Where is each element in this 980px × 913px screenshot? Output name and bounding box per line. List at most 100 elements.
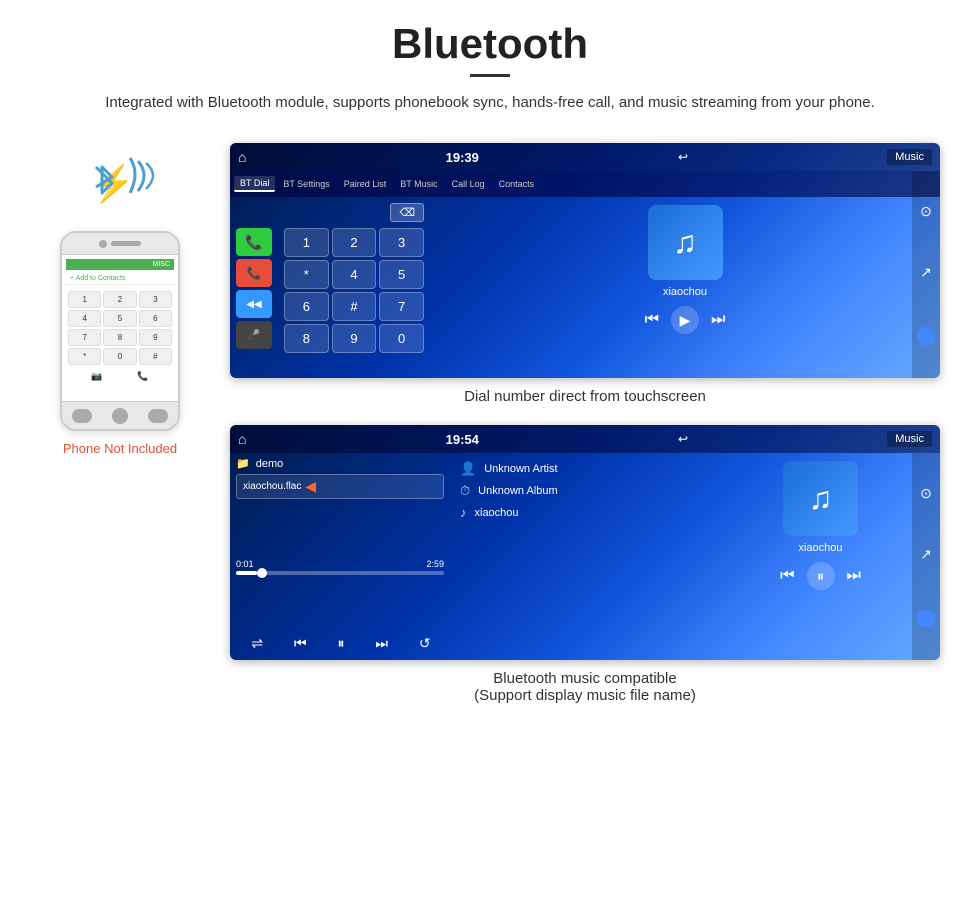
progress-fill [236,571,257,575]
num-key-7[interactable]: 7 [379,292,424,321]
phone-bottom-bar [62,401,178,429]
num-key-9[interactable]: 9 [332,324,377,353]
page-container: Bluetooth Integrated with Bluetooth modu… [0,0,980,774]
time-end: 2:59 [426,559,444,569]
phone-add-contact: + Add to Contacts [66,273,174,285]
backspace-row: ⌫ [236,203,424,222]
next-track-icon[interactable]: ⏭ [375,635,388,652]
progress-bar[interactable] [236,571,444,575]
music-album-art-2: ♫ [783,461,858,536]
dialpad-area: 📞 📞 ◀◀ 🎤 1 2 3 * [236,228,424,353]
num-key-6[interactable]: 6 [284,292,329,321]
home-icon-2: ⌂ [238,431,246,447]
playback-icons: ⇌ ⏮ ⏸ ⏭ ↺ [236,635,446,652]
cs-time-1: 19:39 [446,150,479,165]
back-icon: ↩ [678,150,688,164]
phone-camera [99,240,107,248]
meta-track-row: ♪ xiaochou [460,505,691,520]
pause-icon[interactable]: ⏸ [337,635,344,652]
cs-time-2: 19:54 [446,432,479,447]
backspace-btn[interactable]: ⌫ [390,203,424,222]
tab-paired-list[interactable]: Paired List [338,177,393,191]
phone-key[interactable]: 2 [103,291,136,308]
num-key-2[interactable]: 2 [332,228,377,257]
num-key-0[interactable]: 0 [379,324,424,353]
prev-btn[interactable]: ⏮ [645,311,659,329]
num-key-4[interactable]: 4 [332,260,377,289]
phone-mockup: MISC + Add to Contacts 1 2 3 4 5 6 7 8 9… [60,231,180,431]
screen-block-2: ⌂ 19:54 ↩ Music 📁 demo x [230,425,940,704]
call-btn[interactable]: 📞 [236,228,272,256]
progress-area: 0:01 2:59 [236,559,444,575]
phone-key[interactable]: # [139,348,172,365]
title-divider [470,74,510,77]
cs2-center: 👤 Unknown Artist ⏱ Unknown Album ♪ xiaoc… [450,453,701,632]
screen-caption-1: Dial number direct from touchscreen [464,388,706,405]
tab-contacts[interactable]: Contacts [493,177,541,191]
tab-bt-dial[interactable]: BT Dial [234,176,275,192]
mic-btn[interactable]: 🎤 [236,321,272,349]
phone-key[interactable]: 8 [103,329,136,346]
music-note-icon: ♫ [673,224,697,261]
num-key-1[interactable]: 1 [284,228,329,257]
num-key-5[interactable]: 5 [379,260,424,289]
num-key-star[interactable]: * [284,260,329,289]
screen-block-1: ⌂ 19:39 ↩ Music BT Dial BT Settings Pair… [230,143,940,405]
content-section: ⚡ [40,143,940,704]
artist-icon: 👤 [460,461,476,477]
shuffle-icon[interactable]: ⇌ [251,635,263,652]
side-icon-2-3: ⬤ [916,607,936,628]
phone-speaker [111,241,141,246]
tab-call-log[interactable]: Call Log [446,177,491,191]
num-key-hash[interactable]: # [332,292,377,321]
tab-bt-settings[interactable]: BT Settings [277,177,335,191]
phone-keypad: 1 2 3 4 5 6 7 8 9 * 0 # [66,289,174,367]
music-controls-2: ⏮ ⏸ ⏭ [780,562,861,590]
cs-right-1: ♫ xiaochou ⏮ ▶ ⏭ [430,197,940,350]
car-screen-1: ⌂ 19:39 ↩ Music BT Dial BT Settings Pair… [230,143,940,378]
music-artist-name-2: xiaochou [798,542,842,554]
phone-key[interactable]: 1 [68,291,101,308]
album-icon: ⏱ [460,483,470,499]
phone-key[interactable]: 0 [103,348,136,365]
file-row: xiaochou.flac ◀ [236,474,444,499]
phone-key[interactable]: 5 [103,310,136,327]
file-arrow-icon: ◀ [305,478,316,495]
next-btn[interactable]: ⏭ [711,311,725,329]
prev-btn-2[interactable]: ⏮ [780,567,794,585]
side-icon-3: ⬤ [916,325,936,346]
phone-key[interactable]: 6 [139,310,172,327]
num-key-3[interactable]: 3 [379,228,424,257]
wifi-waves-icon [120,153,160,210]
bt-logo-icon [88,159,120,203]
end-call-btn[interactable]: 📞 [236,259,272,287]
phone-section: ⚡ [40,143,200,456]
tab-bt-music[interactable]: BT Music [394,177,443,191]
folder-name: demo [256,458,284,470]
side-icon-2-2: ↗ [920,546,932,563]
mute-btn[interactable]: ◀◀ [236,290,272,318]
artist-label: Unknown Artist [484,463,557,475]
file-name: xiaochou.flac [243,481,301,492]
subtitle: Integrated with Bluetooth module, suppor… [40,91,940,115]
next-btn-2[interactable]: ⏭ [847,567,861,585]
phone-key[interactable]: 7 [68,329,101,346]
phone-key[interactable]: * [68,348,101,365]
folder-row: 📁 demo [236,457,444,470]
prev-track-icon[interactable]: ⏮ [294,635,307,652]
pause-btn-2[interactable]: ⏸ [807,562,835,590]
music-album-art: ♫ [648,205,723,280]
repeat-icon[interactable]: ↺ [419,635,431,652]
screens-section: ⌂ 19:39 ↩ Music BT Dial BT Settings Pair… [230,143,940,704]
phone-key[interactable]: 4 [68,310,101,327]
phone-screen-bar: MISC [66,259,174,270]
play-btn[interactable]: ▶ [671,306,699,334]
progress-dot [257,568,267,578]
phone-back-btn [72,409,92,423]
cs-header-1: ⌂ 19:39 ↩ Music [230,143,940,171]
music-note-icon-2: ♫ [809,480,833,517]
phone-key[interactable]: 9 [139,329,172,346]
cs-left-1: ⌫ 📞 📞 ◀◀ 🎤 [230,197,430,350]
phone-key[interactable]: 3 [139,291,172,308]
num-key-8[interactable]: 8 [284,324,329,353]
